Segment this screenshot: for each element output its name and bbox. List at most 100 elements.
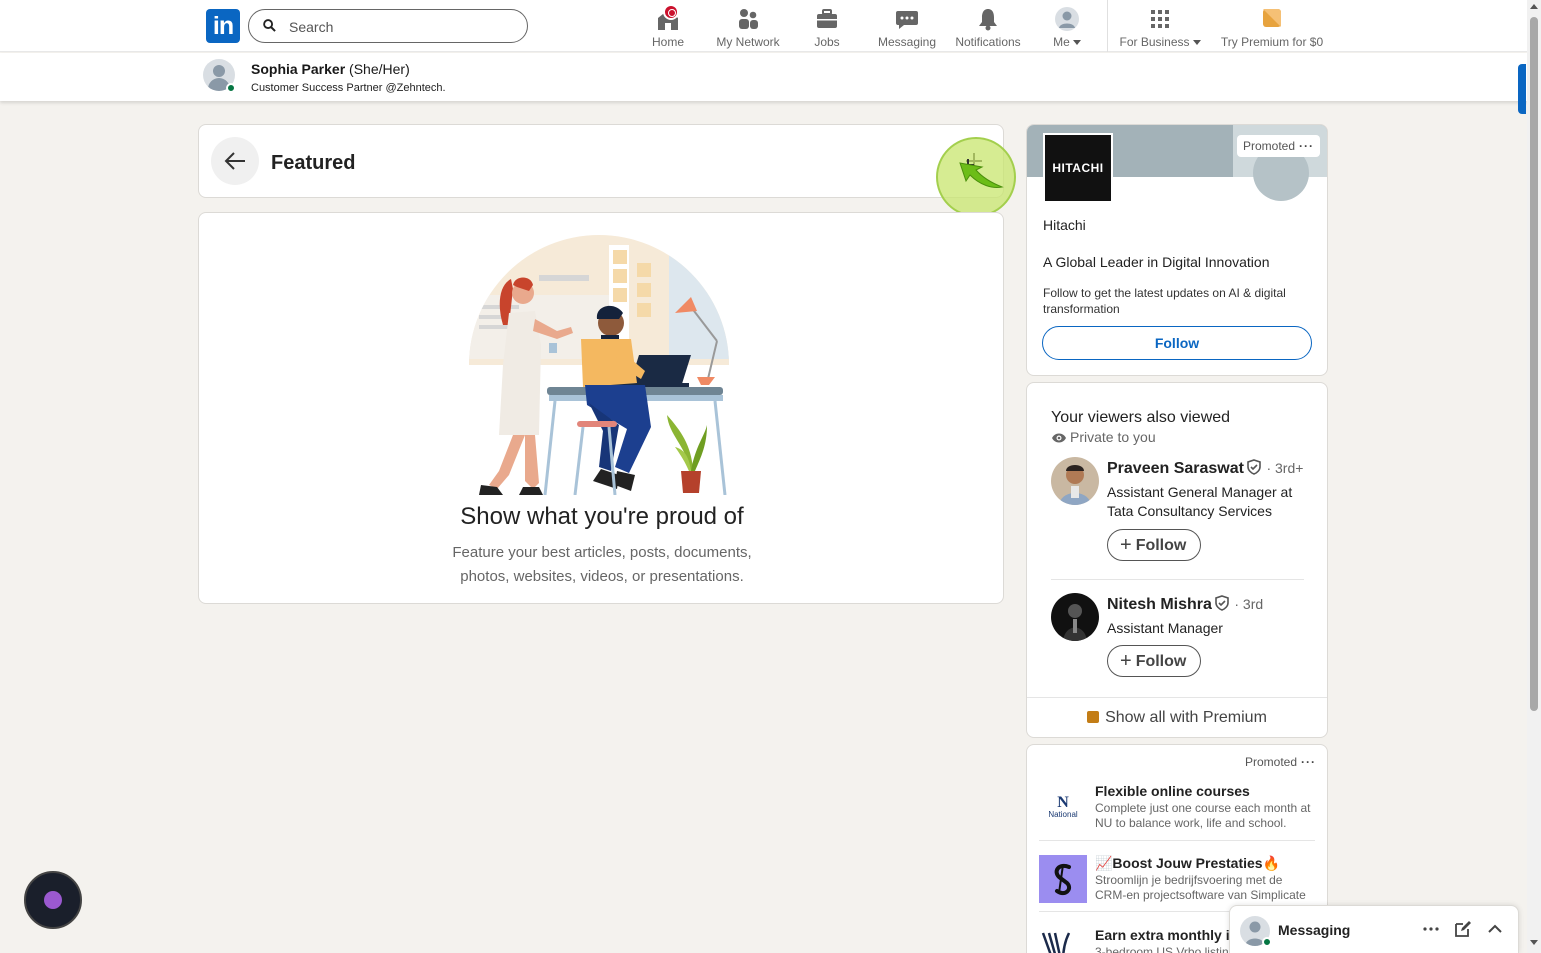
profile-name-text: Sophia Parker: [251, 61, 346, 77]
profile-pronouns: (She/Her): [349, 61, 410, 77]
network-icon: [739, 9, 758, 29]
verified-shield-icon: [1215, 595, 1229, 611]
promo-item[interactable]: N National Flexible online courses Comple…: [1039, 783, 1317, 831]
ad-description: Follow to get the latest updates on AI &…: [1043, 286, 1286, 316]
plus-icon: +: [1120, 533, 1132, 556]
plus-icon: +: [1120, 649, 1132, 672]
profile-headline: Customer Success Partner @Zehntech.: [251, 82, 446, 94]
promoted-label[interactable]: Promoted ···: [1237, 135, 1321, 157]
private-note: Private to you: [1051, 429, 1156, 445]
nav-me-label: Me: [1053, 35, 1070, 49]
nav-messaging[interactable]: Messaging: [876, 4, 938, 50]
featured-empty-heading: Show what you're proud of: [460, 503, 744, 530]
profile-sticky-bar: Sophia Parker (She/Her) Customer Success…: [0, 53, 1527, 101]
premium-icon: [1087, 711, 1100, 723]
grid-icon: [1151, 10, 1169, 28]
featured-empty-card: Show what you're proud of Feature your b…: [198, 212, 1004, 604]
nav-home-label: Home: [651, 35, 684, 49]
connection-degree: · 3rd: [1234, 596, 1264, 612]
promoted-text: Promoted: [1243, 139, 1296, 153]
online-status-indicator: [1262, 937, 1272, 947]
connection-degree: · 3rd+: [1266, 460, 1304, 476]
nav-for-business-label: For Business: [1119, 35, 1190, 49]
nav-notifications[interactable]: Notifications: [952, 4, 1024, 50]
nav-messaging-label: Messaging: [877, 35, 937, 49]
search-box[interactable]: [248, 9, 528, 43]
nav-my-network-label: My Network: [716, 35, 780, 49]
follow-button[interactable]: + Follow: [1107, 645, 1202, 677]
logo-text: National: [1048, 810, 1078, 819]
person-headline: Assistant Manager: [1107, 620, 1223, 636]
hitachi-logo[interactable]: HITACHI: [1043, 133, 1113, 203]
bell-icon: [979, 9, 997, 31]
page-scrollbar[interactable]: [1527, 0, 1541, 953]
person-card: Praveen Saraswat · 3rd+ Assistant Genera…: [1051, 457, 1311, 567]
person-avatar[interactable]: [1051, 593, 1099, 641]
nav-for-business[interactable]: For Business: [1115, 4, 1205, 50]
private-note-text: Private to you: [1070, 429, 1156, 445]
promo-description: Stroomlijn je bedrijfsvoering met de CRM…: [1095, 873, 1306, 902]
promoted-ad-card: Promoted ··· HITACHI Hitachi A Global Lea…: [1026, 124, 1328, 376]
person-name[interactable]: Nitesh Mishra: [1107, 596, 1212, 613]
ad-tagline: A Global Leader in Digital Innovation: [1043, 254, 1270, 270]
nav-me[interactable]: Me: [1046, 4, 1088, 50]
ad-follow-button[interactable]: Follow: [1042, 326, 1312, 360]
simplicate-logo: [1039, 855, 1087, 903]
messaging-overlay[interactable]: Messaging: [1229, 905, 1519, 953]
follow-label: Follow: [1135, 652, 1187, 670]
person-avatar[interactable]: [1051, 457, 1099, 505]
viewers-title: Your viewers also viewed: [1051, 409, 1231, 426]
search-icon: [263, 19, 276, 32]
avatar: [1055, 7, 1079, 31]
scroll-down-arrow-icon[interactable]: [1530, 940, 1538, 945]
chevron-down-icon: [1192, 40, 1201, 46]
more-options-icon[interactable]: ···: [1299, 139, 1314, 153]
follow-label: Follow: [1135, 536, 1187, 554]
ad-company-name[interactable]: Hitachi: [1043, 217, 1086, 233]
assistant-button[interactable]: [24, 871, 82, 929]
side-panel-tab[interactable]: [1518, 64, 1526, 114]
messaging-title: Messaging: [1278, 922, 1351, 938]
follow-button[interactable]: + Follow: [1107, 529, 1202, 561]
promo-title: Flexible online courses: [1095, 783, 1250, 799]
featured-illustration: [469, 235, 729, 495]
top-navigation: in Home My Network Jobs Messaging Notifi…: [0, 0, 1527, 52]
search-input[interactable]: [289, 17, 509, 37]
promoted-text: Promoted: [1245, 755, 1298, 769]
online-status-indicator: [226, 83, 236, 93]
national-university-logo: NNational: [1039, 783, 1087, 831]
cursor-arrow-icon: [959, 159, 1004, 188]
nav-divider: [1107, 0, 1108, 52]
premium-icon: [1263, 9, 1281, 27]
logo-letter: N: [1057, 794, 1069, 811]
nav-my-network[interactable]: My Network: [710, 4, 786, 50]
eye-icon: [1052, 433, 1066, 443]
nav-home[interactable]: Home: [643, 4, 693, 50]
compose-icon[interactable]: [1454, 920, 1472, 938]
chevron-up-icon[interactable]: [1486, 920, 1504, 938]
nav-jobs[interactable]: Jobs: [803, 4, 851, 50]
linkedin-logo[interactable]: in: [206, 9, 240, 43]
arrow-left-icon: [224, 152, 245, 170]
back-button[interactable]: [211, 137, 259, 185]
nav-try-premium-label: Try Premium for $0: [1220, 35, 1324, 49]
click-highlight: [936, 137, 1016, 217]
featured-empty-text: Feature your best articles, posts, docum…: [452, 544, 752, 585]
nav-notifications-label: Notifications: [955, 35, 1021, 49]
person-headline: Assistant General Manager at Tata Consul…: [1107, 484, 1293, 519]
promo-item[interactable]: 📈Boost Jouw Prestaties🔥 Stroomlijn je be…: [1039, 855, 1317, 903]
show-all-label: Show all with Premium: [1105, 709, 1267, 726]
scrollbar-thumb[interactable]: [1530, 17, 1538, 711]
notification-badge: [663, 4, 679, 20]
nav-try-premium[interactable]: Try Premium for $0: [1216, 4, 1328, 50]
chevron-down-icon: [1072, 40, 1081, 46]
person-name[interactable]: Praveen Saraswat: [1107, 460, 1244, 477]
scroll-up-arrow-icon[interactable]: [1530, 4, 1538, 9]
divider: [1039, 840, 1315, 841]
show-all-premium-button[interactable]: Show all with Premium: [1027, 697, 1327, 738]
profile-name: Sophia Parker (She/Her): [251, 61, 410, 77]
messaging-icon: [896, 11, 918, 29]
more-options-icon[interactable]: [1422, 920, 1440, 938]
more-options-icon[interactable]: ···: [1301, 755, 1316, 769]
promo-description: Complete just one course each month at N…: [1095, 801, 1311, 830]
